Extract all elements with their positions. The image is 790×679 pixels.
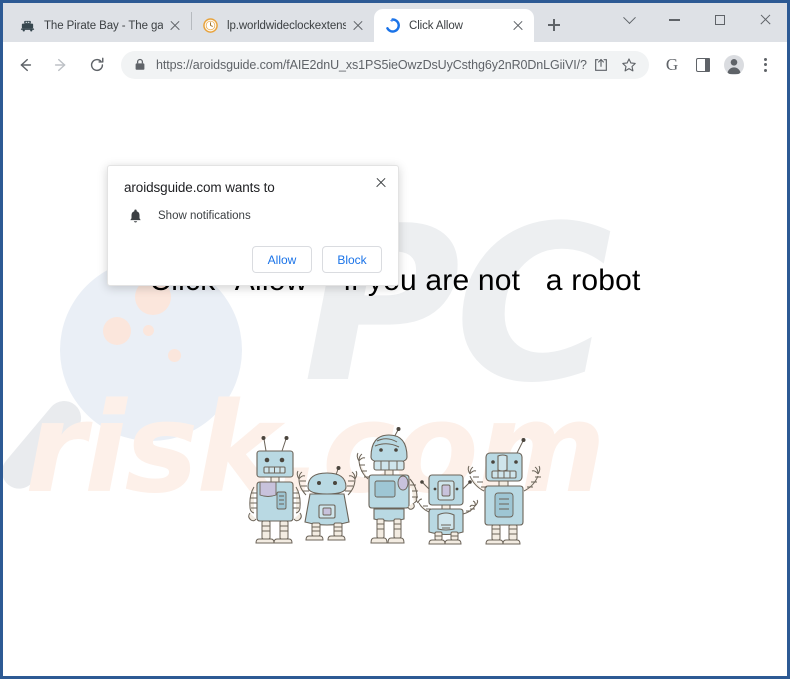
chrome-loading-icon — [384, 17, 401, 34]
tab-close-icon[interactable] — [510, 18, 526, 34]
bell-icon — [128, 208, 144, 224]
share-icon[interactable] — [593, 57, 611, 73]
magnifier-handle-shape — [3, 394, 89, 496]
address-bar[interactable]: https://aroidsguide.com/fAIE2dnU_xs1PS5i… — [121, 50, 649, 79]
browser-window: The Pirate Bay - The gala lp.worldwidecl… — [0, 0, 790, 679]
dialog-title: aroidsguide.com wants to — [124, 180, 275, 195]
block-button[interactable]: Block — [322, 246, 382, 273]
tab-worldwideclock[interactable]: lp.worldwideclockextens — [192, 9, 374, 42]
window-controls — [607, 3, 787, 37]
close-icon — [759, 14, 771, 26]
robots-illustration: .rb { fill:#b9d9e3; stroke:#6b6358; stro… — [246, 425, 551, 550]
tab-title: Click Allow — [409, 19, 463, 32]
robot-5 — [467, 438, 541, 545]
chevron-down-icon — [623, 10, 636, 24]
side-panel-icon[interactable] — [689, 51, 717, 79]
url-text: https://aroidsguide.com/fAIE2dnU_xs1PS5i… — [156, 57, 587, 72]
maximize-icon — [714, 15, 725, 25]
arrow-left-icon — [20, 58, 32, 71]
chrome-menu-icon[interactable] — [751, 51, 779, 79]
watermark-dot — [168, 349, 181, 362]
reload-icon — [90, 57, 104, 71]
dialog-actions: Allow Block — [124, 246, 382, 273]
minimize-button[interactable] — [652, 3, 697, 37]
clock-icon — [202, 17, 219, 34]
star-icon[interactable] — [621, 57, 639, 73]
tab-close-icon[interactable] — [350, 18, 366, 34]
tab-close-icon[interactable] — [167, 18, 183, 34]
browser-toolbar: https://aroidsguide.com/fAIE2dnU_xs1PS5i… — [3, 42, 787, 87]
tab-title: The Pirate Bay - The gala — [44, 19, 163, 32]
maximize-button[interactable] — [697, 3, 742, 37]
lock-icon — [134, 58, 147, 71]
pirate-ship-icon — [19, 17, 36, 34]
google-icon[interactable]: G — [658, 51, 686, 79]
permission-label: Show notifications — [158, 210, 251, 222]
robot-1 — [248, 436, 302, 544]
tab-pirate-bay[interactable]: The Pirate Bay - The gala — [9, 9, 191, 42]
tab-search-button[interactable] — [607, 3, 652, 37]
robot-4 — [415, 474, 479, 545]
close-icon[interactable] — [373, 174, 389, 190]
robot-3 — [356, 427, 418, 544]
close-window-button[interactable] — [742, 3, 787, 37]
notification-permission-dialog: aroidsguide.com wants to Show notificati… — [107, 165, 399, 286]
tab-strip: The Pirate Bay - The gala lp.worldwidecl… — [3, 3, 787, 42]
reload-button[interactable] — [82, 50, 112, 80]
tab-title: lp.worldwideclockextens — [227, 19, 346, 32]
watermark-dot — [103, 317, 131, 345]
tab-click-allow[interactable]: Click Allow — [374, 9, 534, 42]
back-button[interactable] — [10, 50, 40, 80]
minimize-icon — [669, 19, 680, 21]
allow-button[interactable]: Allow — [252, 246, 312, 273]
arrow-right-icon — [54, 58, 66, 71]
new-tab-button[interactable] — [540, 11, 568, 39]
permission-row: Show notifications — [124, 208, 382, 224]
profile-avatar[interactable] — [720, 51, 748, 79]
page-viewport: PC risk.com Click "Allow" if you are not… — [3, 87, 787, 676]
robot-2 — [296, 466, 358, 541]
watermark-dot — [143, 325, 154, 336]
forward-button[interactable] — [46, 50, 76, 80]
